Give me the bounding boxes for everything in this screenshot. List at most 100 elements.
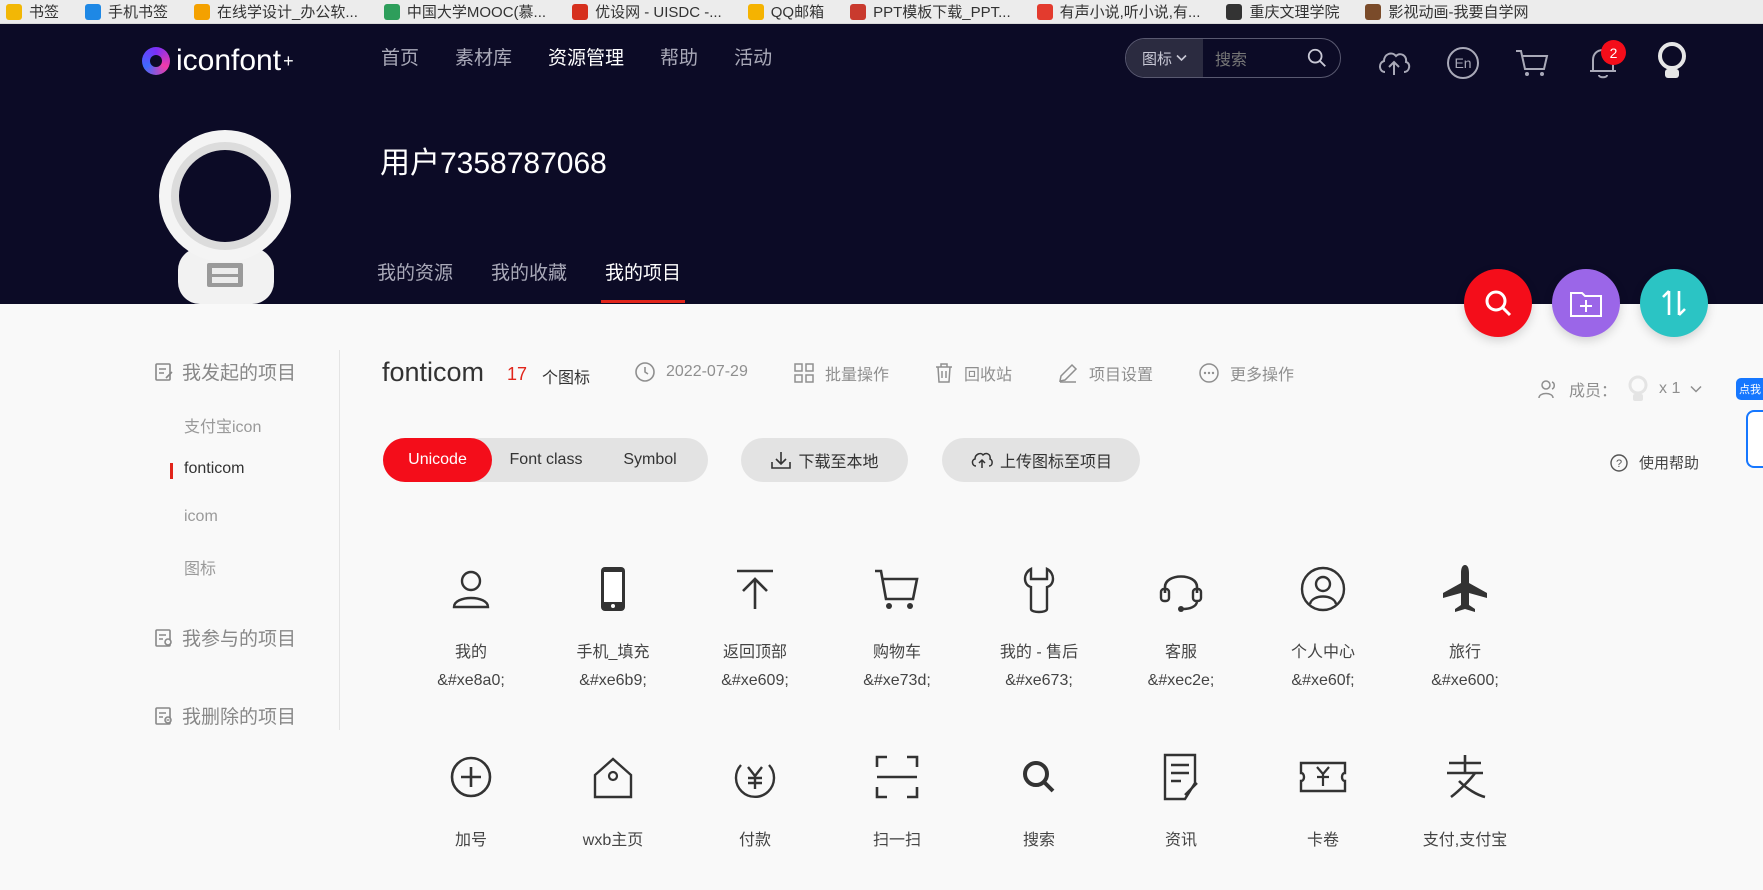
batch-grid-icon [794,363,814,383]
bookmark-favicon-icon [383,3,400,20]
sidebar-project-item[interactable]: fonticom [184,460,244,478]
headset-icon [1159,575,1203,612]
search-input[interactable]: 搜索 [1203,46,1306,70]
iconfont-logo[interactable]: iconfont + [142,44,294,78]
add-folder-fab[interactable] [1552,269,1620,337]
bookmark-item[interactable]: 影视动画-我要自学网 [1365,1,1528,22]
side-helper-widget[interactable] [1746,410,1763,468]
sidebar-project-item[interactable]: 图标 [184,555,216,579]
icon-card[interactable]: 加号 [391,751,551,850]
nav-item[interactable]: 活动 [734,43,772,70]
bookmark-favicon-icon [850,3,867,20]
recycle-bin-button[interactable]: 回收站 [934,361,1012,385]
project-sidebar: 我发起的项目 支付宝icon fonticom icom 图标 我参与的项目 我… [152,350,340,730]
icon-name: 付款 [738,832,771,849]
bookmark-label: QQ邮箱 [770,4,825,21]
batch-operation-button[interactable]: 批量操作 [793,361,889,385]
sort-fab[interactable] [1640,269,1708,337]
sidebar-project-item[interactable]: icom [184,508,218,526]
bookmark-favicon-icon [194,3,211,20]
icon-card[interactable]: 客服 &#xec2e; [1101,563,1261,690]
profile-tab[interactable]: 我的收藏 [491,258,567,303]
icon-unicode: &#xe73d; [863,672,931,689]
icon-card[interactable]: 我的 &#xe8a0; [391,563,551,690]
icon-name: 客服 [1164,644,1197,661]
search-box[interactable]: 图标 搜索 [1125,38,1341,78]
user-icon [452,570,490,609]
icon-card[interactable]: 我的 - 售后 &#xe673; [959,563,1119,690]
help-circle-icon: ? [1610,453,1628,472]
user-avatar-icon[interactable] [1653,42,1691,80]
alipay-icon [1447,755,1486,799]
upload-icons-button[interactable]: 上传图标至项目 [942,438,1140,482]
usage-help-label: 使用帮助 [1639,455,1700,472]
bookmark-item[interactable]: 在线学设计_办公软... [194,1,358,22]
icon-card[interactable]: 购物车 &#xe73d; [817,563,977,690]
bookmark-item[interactable]: 有声小说,听小说,有... [1036,1,1200,22]
format-symbol-tab[interactable]: Symbol [600,438,700,482]
icon-card[interactable]: 资讯 [1101,751,1261,850]
nav-item[interactable]: 帮助 [660,43,698,70]
icon-card[interactable]: 支付,支付宝 [1385,751,1545,850]
bookmark-item[interactable]: PPT模板下载_PPT... [850,1,1011,22]
icon-name: 手机_填充 [576,644,650,661]
group-joined-projects[interactable]: 我参与的项目 [154,624,296,651]
nav-item[interactable]: 素材库 [455,43,512,70]
trash-icon [936,363,952,383]
download-label: 下载至本地 [798,454,879,471]
upload-cloud-icon[interactable] [1375,44,1413,82]
search-icon [1023,761,1055,793]
icon-card[interactable]: 付款 [675,751,835,850]
icon-unicode: &#xec2e; [1147,672,1215,689]
main-nav: 首页 素材库 资源管理 帮助 活动 [381,43,772,70]
search-fab[interactable] [1464,269,1532,337]
sidebar-project-item[interactable]: 支付宝icon [184,413,261,437]
icon-card[interactable]: 扫一扫 [817,751,977,850]
project-date-value: 2022-07-29 [666,363,748,380]
search-icon[interactable] [1306,47,1328,69]
members-icon [1538,380,1555,399]
profile-tabs: 我的资源 我的收藏 我的项目 [377,258,686,303]
icon-count-label: 个图标 [542,370,591,387]
clock-icon [635,362,655,382]
group-initiated-projects[interactable]: 我发起的项目 [154,358,296,385]
icon-card[interactable]: wxb主页 [533,751,693,850]
download-icon [771,452,792,469]
project-settings-button[interactable]: 项目设置 [1057,361,1153,385]
icon-card[interactable]: 旅行 &#xe600; [1385,563,1545,690]
member-avatar [1628,375,1648,401]
upload-cloud-icon [971,452,993,468]
profile-tab[interactable]: 我的项目 [601,258,686,303]
icon-name: 加号 [454,832,487,849]
group-deleted-projects[interactable]: 我删除的项目 [154,702,296,729]
cart-icon[interactable] [1513,44,1551,82]
bookmark-item[interactable]: 中国大学MOOC(慕... [383,1,546,22]
members-count: x 1 [1659,380,1681,397]
bookmark-item[interactable]: QQ邮箱 [747,1,825,22]
icon-unicode: &#xe6b9; [579,672,647,689]
icon-name: 我的 [454,644,487,661]
language-en-icon[interactable]: En [1444,44,1482,82]
format-unicode-tab[interactable]: Unicode [383,438,492,482]
icon-card[interactable]: 卡卷 [1243,751,1403,850]
icon-unicode: &#xe8a0; [437,672,505,689]
icon-card[interactable]: 个人中心 &#xe60f; [1243,563,1403,690]
username: 用户7358787068 [380,147,607,180]
nav-item[interactable]: 资源管理 [548,43,624,70]
usage-help-link[interactable]: ? 使用帮助 [1609,452,1699,473]
members-dropdown[interactable]: 成员： x 1 [1537,375,1702,403]
profile-tab[interactable]: 我的资源 [377,258,453,303]
more-operations-button[interactable]: 更多操作 [1198,361,1294,385]
bookmark-item[interactable]: 重庆文理学院 [1226,1,1339,22]
icon-card[interactable]: 返回顶部 &#xe609; [675,563,835,690]
bookmark-item[interactable]: 手机书签 [85,1,168,22]
bookmark-item[interactable]: 书签 [6,1,59,22]
search-type-select[interactable]: 图标 [1126,39,1203,77]
format-fontclass-tab[interactable]: Font class [492,438,600,482]
download-button[interactable]: 下载至本地 [741,438,908,482]
side-helper-tab[interactable]: 点我 [1736,378,1763,400]
icon-card[interactable]: 手机_填充 &#xe6b9; [533,563,693,690]
nav-item[interactable]: 首页 [381,43,419,70]
icon-card[interactable]: 搜索 [959,751,1119,850]
bookmark-item[interactable]: 优设网 - UISDC -... [572,1,722,22]
